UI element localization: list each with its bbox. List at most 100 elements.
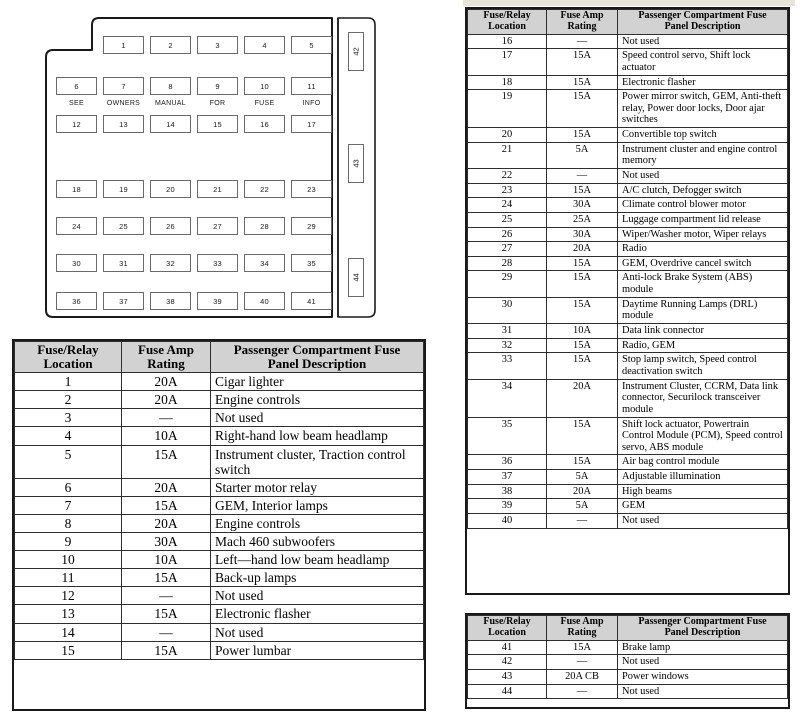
cell-fuse-amp-rating: — [546, 513, 618, 529]
fuse-cell-33[interactable]: 33 [197, 254, 238, 272]
cell-fuse-amp-rating: 15A [546, 255, 618, 272]
cell-fuse-location: 14 [14, 622, 122, 642]
cell-fuse-amp-rating: 15A [546, 270, 618, 298]
table-row: 24 30A Climate control blower motor [467, 197, 788, 213]
fuse-cell-29[interactable]: 29 [291, 217, 332, 235]
fuse-cell-13[interactable]: 13 [103, 115, 144, 133]
cell-fuse-location: 18 [467, 74, 547, 91]
table-row: 2 20A Engine controls [14, 390, 424, 410]
fuse-cell-22[interactable]: 22 [244, 180, 285, 198]
fuse-cell-9[interactable]: 9 [197, 77, 238, 95]
legend-word-see: SEE [69, 100, 84, 107]
fuse-cell-34[interactable]: 34 [244, 254, 285, 272]
fuse-cell-28[interactable]: 28 [244, 217, 285, 235]
fuse-cell-10[interactable]: 10 [244, 77, 285, 95]
table-row: 6 20A Starter motor relay [14, 477, 424, 497]
cell-fuse-description: Not used [617, 683, 788, 700]
fuse-cell-19[interactable]: 19 [103, 180, 144, 198]
table-row: 41 15A Brake lamp [467, 639, 788, 656]
fuse-cell-40[interactable]: 40 [244, 292, 285, 310]
cell-fuse-amp-rating: 15A [546, 127, 618, 143]
col-header-rating-line2: Rating [567, 626, 597, 638]
table-row: 11 15A Back-up lamps [14, 568, 424, 588]
cell-fuse-amp-rating: 10A [121, 426, 211, 446]
fuse-cell-43[interactable]: 43 [348, 144, 364, 183]
fuse-cell-24[interactable]: 24 [56, 217, 97, 235]
table-row: 21 5A Instrument cluster and engine contro… [467, 141, 788, 170]
fuse-cell-3[interactable]: 3 [197, 36, 238, 54]
cell-fuse-location: 25 [467, 211, 547, 228]
fuse-cell-14[interactable]: 14 [150, 115, 191, 133]
cell-fuse-amp-rating: 20A [546, 378, 618, 418]
col-header-rating-line1: Fuse Amp [560, 10, 604, 21]
fuse-cell-20[interactable]: 20 [150, 180, 191, 198]
cell-fuse-location: 6 [14, 477, 122, 497]
fuse-table-41-44-frame: Fuse/Relay Location Fuse Amp Rating Pass… [465, 613, 790, 709]
cell-fuse-amp-rating: 15A [121, 568, 211, 588]
cell-fuse-location: 40 [467, 513, 547, 529]
cell-fuse-location: 16 [467, 33, 547, 50]
fuse-cell-17[interactable]: 17 [291, 115, 332, 133]
table-row: 33 15A Stop lamp switch, Speed control dea… [467, 352, 788, 380]
cell-fuse-location: 28 [467, 255, 547, 272]
table-header-row: Fuse/Relay Location Fuse Amp Rating Pass… [467, 615, 788, 641]
cell-fuse-location: 2 [14, 390, 122, 410]
fuse-cell-1[interactable]: 1 [103, 36, 144, 54]
cell-fuse-amp-rating: 15A [546, 74, 618, 91]
col-header-location: Fuse/Relay Location [467, 615, 547, 641]
fuse-cell-30[interactable]: 30 [56, 254, 97, 272]
fuse-cell-2[interactable]: 2 [150, 36, 191, 54]
cell-fuse-location: 41 [467, 639, 547, 656]
cell-fuse-description: Stop lamp switch, Speed control deactiva… [617, 352, 788, 380]
table-row: 17 15A Speed control servo, Shift lock act… [467, 48, 788, 76]
cell-fuse-description: Power windows [617, 668, 788, 685]
fuse-cell-41[interactable]: 41 [291, 292, 332, 310]
table-row: 20 15A Convertible top switch [467, 127, 788, 143]
fuse-cell-39[interactable]: 39 [197, 292, 238, 310]
fuse-cell-44[interactable]: 44 [348, 258, 364, 297]
fuse-cell-7[interactable]: 7 [103, 77, 144, 95]
fuse-cell-42[interactable]: 42 [348, 32, 364, 71]
fuse-cell-38[interactable]: 38 [150, 292, 191, 310]
fuse-cell-27[interactable]: 27 [197, 217, 238, 235]
fuse-cell-32[interactable]: 32 [150, 254, 191, 272]
cell-fuse-amp-rating: 20A CB [546, 668, 618, 685]
table-row: 3— Not used [14, 408, 424, 428]
fuse-cell-23[interactable]: 23 [291, 180, 332, 198]
col-header-description: Passenger Compartment Fuse Panel Descrip… [617, 615, 788, 641]
fuse-cell-35[interactable]: 35 [291, 254, 332, 272]
fuse-cell-6[interactable]: 6 [56, 77, 97, 95]
cell-fuse-description: Shift lock actuator, Powertrain Control … [617, 416, 788, 456]
cell-fuse-description: Power mirror switch, GEM, Anti-theft rel… [617, 89, 788, 129]
table-row: 34 20A Instrument Cluster, CCRM, Data link… [467, 378, 788, 418]
fuse-cell-26[interactable]: 26 [150, 217, 191, 235]
cell-fuse-location: 1 [14, 372, 122, 392]
fuse-cell-4[interactable]: 4 [244, 36, 285, 54]
fuse-cell-16[interactable]: 16 [244, 115, 285, 133]
cell-fuse-amp-rating: — [546, 168, 618, 184]
fuse-cell-25[interactable]: 25 [103, 217, 144, 235]
table-row: 26 30A Wiper/Washer motor, Wiper relays [467, 226, 788, 243]
fuse-cell-5[interactable]: 5 [291, 36, 332, 54]
fuse-cell-15[interactable]: 15 [197, 115, 238, 133]
cell-fuse-amp-rating: 15A [546, 639, 618, 656]
fuse-cell-12[interactable]: 12 [56, 115, 97, 133]
fuse-cell-11[interactable]: 11 [291, 77, 332, 95]
col-header-description-line2: Panel Description [664, 20, 741, 32]
fuse-cell-37[interactable]: 37 [103, 292, 144, 310]
fuse-cell-36[interactable]: 36 [56, 292, 97, 310]
fuse-cell-43-label: 43 [351, 159, 361, 168]
fuse-cell-18[interactable]: 18 [56, 180, 97, 198]
cell-fuse-location: 35 [467, 416, 547, 456]
table-row: 15 15A Power lumbar [14, 640, 424, 660]
cell-fuse-location: 33 [467, 352, 547, 380]
fuse-panel-diagram: 1 2 3 4 5 6 7 8 9 10 11 SEE OWNERS MANUA… [0, 0, 440, 335]
cell-fuse-description: Not used [617, 513, 788, 529]
cell-fuse-location: 11 [14, 568, 122, 588]
table-head: Fuse/Relay Location Fuse Amp Rating Pass… [467, 615, 788, 641]
fuse-cell-8[interactable]: 8 [150, 77, 191, 95]
table-body: 16— Not used 17 15A Speed control servo, Shi… [467, 33, 788, 529]
fuse-cell-31[interactable]: 31 [103, 254, 144, 272]
fuse-cell-21[interactable]: 21 [197, 180, 238, 198]
cell-fuse-location: 38 [467, 483, 547, 500]
